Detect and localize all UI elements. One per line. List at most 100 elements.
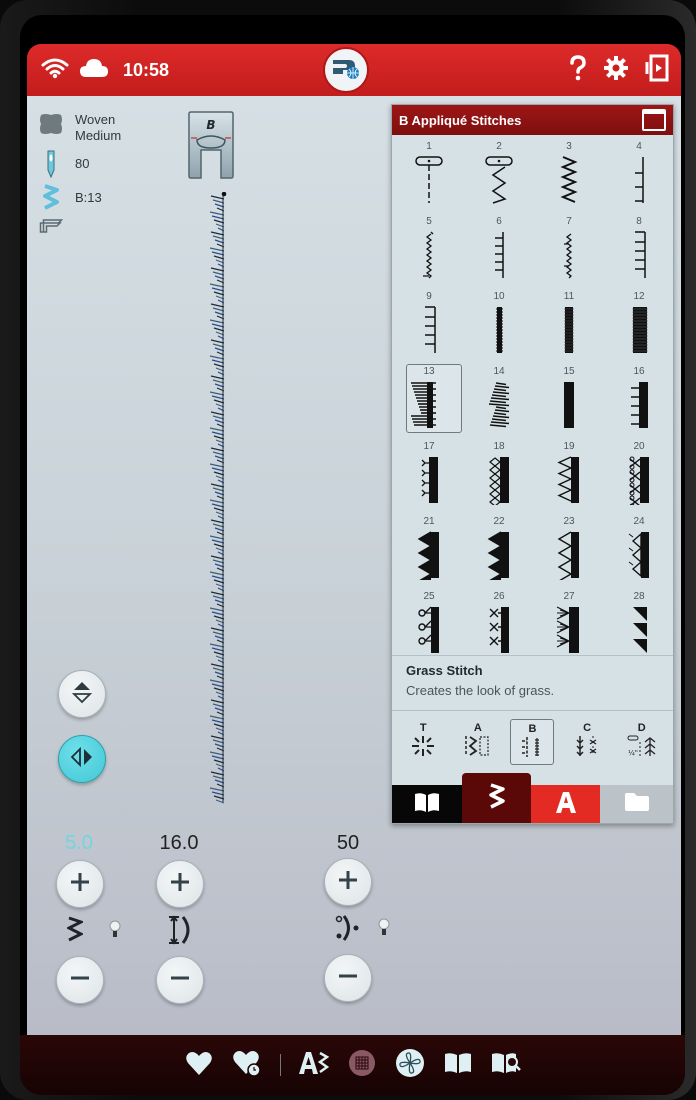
stitch-width-increase[interactable]	[56, 860, 104, 908]
hoop-info[interactable]	[39, 216, 121, 236]
exit-icon[interactable]	[645, 54, 669, 86]
embroidery-button[interactable]	[395, 1048, 425, 1082]
width-pin-icon[interactable]	[109, 920, 121, 938]
stitch-item-20[interactable]: 20	[604, 435, 673, 510]
stitch-item-26[interactable]: 26	[464, 585, 534, 655]
category-a[interactable]: A	[456, 719, 500, 765]
tab-fonts[interactable]	[531, 785, 600, 823]
stitch-glyph-icon	[631, 382, 648, 428]
stitch-item-21[interactable]: 21	[394, 510, 464, 585]
mysewnet-button[interactable]	[323, 47, 369, 93]
tab-book[interactable]	[392, 785, 462, 823]
guide-search-button[interactable]	[491, 1050, 521, 1080]
stitch-item-8[interactable]: 8	[604, 210, 673, 285]
stitch-item-22[interactable]: 22	[464, 510, 534, 585]
history-button[interactable]	[232, 1050, 262, 1080]
category-t[interactable]: T	[401, 719, 445, 765]
plus-icon	[169, 871, 191, 897]
presser-foot-image[interactable]: B	[187, 110, 235, 180]
stitch-item-9[interactable]: 9	[394, 285, 464, 360]
stitch-glyph-icon	[635, 231, 646, 278]
stitch-item-1[interactable]: 1	[394, 135, 464, 210]
stitch-width-decrease[interactable]	[56, 956, 104, 1004]
stitch-item-23[interactable]: 23	[534, 510, 604, 585]
wifi-icon[interactable]	[41, 57, 69, 83]
mirror-horizontal-button[interactable]	[58, 735, 106, 783]
maximize-icon[interactable]	[642, 109, 666, 131]
needle-icon	[39, 150, 63, 178]
stitch-length-decrease[interactable]	[156, 956, 204, 1004]
stitch-glyph-icon	[417, 531, 439, 580]
stitch-density-decrease[interactable]	[324, 954, 372, 1002]
density-pin-icon[interactable]	[378, 918, 390, 936]
svg-text:¼": ¼"	[628, 749, 638, 757]
help-icon[interactable]	[569, 55, 587, 85]
stitch-glyph-icon	[560, 156, 578, 203]
stitch-item-27[interactable]: 27	[534, 585, 604, 655]
stitch-description-text: Creates the look of grass.	[406, 683, 555, 698]
stitch-item-12[interactable]: 12	[604, 285, 673, 360]
stitch-glyph-icon	[411, 382, 436, 428]
embroidery-icon	[395, 1048, 425, 1082]
stitch-icon	[488, 782, 506, 814]
stitch-length-value: 16.0	[159, 832, 199, 854]
category-label: A	[473, 722, 482, 734]
stitch-number-label: 19	[563, 441, 575, 452]
stitch-item-14[interactable]: 14	[464, 360, 534, 435]
stitch-number-label: 18	[493, 441, 505, 452]
stitch-item-11[interactable]: 11	[534, 285, 604, 360]
stitch-item-19[interactable]: 19	[534, 435, 604, 510]
stitch-preview	[209, 192, 227, 804]
stitch-item-2[interactable]: 2	[464, 135, 534, 210]
stitch-item-13[interactable]: 13	[394, 360, 464, 435]
category-d[interactable]: D ¼"	[620, 719, 664, 765]
fabric-icon	[39, 112, 63, 136]
tab-files[interactable]	[600, 785, 673, 823]
stitch-info[interactable]: B:13	[39, 184, 121, 210]
stitch-item-25[interactable]: 25	[394, 585, 464, 655]
stitch-number-label: 1	[426, 141, 432, 152]
stitch-glyph-icon	[496, 307, 503, 353]
history-icon	[232, 1049, 262, 1081]
stitch-item-5[interactable]: 5	[394, 210, 464, 285]
stitch-item-4[interactable]: 4	[604, 135, 673, 210]
stitch-item-24[interactable]: 24	[604, 510, 673, 585]
stitch-number-label: 21	[423, 516, 435, 527]
stitch-item-7[interactable]: 7	[534, 210, 604, 285]
category-b[interactable]: B	[510, 719, 555, 765]
tab-stitches[interactable]	[462, 773, 531, 823]
grid-icon	[348, 1049, 376, 1081]
stitch-number-label: 9	[426, 291, 432, 302]
stitch-creator-button[interactable]	[298, 1050, 330, 1080]
stitch-item-28[interactable]: 28	[604, 585, 673, 655]
stitch-item-15[interactable]: 15	[534, 360, 604, 435]
needle-info[interactable]: 80	[39, 150, 121, 178]
utility-stitches-icon	[463, 734, 493, 762]
stitch-creator-icon	[298, 1050, 330, 1080]
stitch-item-18[interactable]: 18	[464, 435, 534, 510]
stitch-number-label: 23	[563, 516, 575, 527]
mirror-vertical-button[interactable]	[58, 670, 106, 718]
grid-button[interactable]	[347, 1050, 377, 1080]
stitch-length-increase[interactable]	[156, 860, 204, 908]
stitch-item-3[interactable]: 3	[534, 135, 604, 210]
stitch-number-label: 24	[633, 516, 645, 527]
guide-button[interactable]	[443, 1050, 473, 1080]
cloud-icon[interactable]	[79, 57, 109, 83]
stitch-item-16[interactable]: 16	[604, 360, 673, 435]
stitch-item-17[interactable]: 17	[394, 435, 464, 510]
stitch-glyph-icon	[564, 382, 574, 428]
quilt-stitches-icon	[572, 734, 602, 762]
category-c[interactable]: C	[565, 719, 609, 765]
favorite-button[interactable]	[184, 1050, 214, 1080]
stitch-item-6[interactable]: 6	[464, 210, 534, 285]
stitch-glyph-icon	[629, 456, 649, 505]
fabric-info[interactable]: Woven Medium	[39, 112, 121, 144]
stitch-number-label: 28	[633, 591, 645, 602]
stitch-density-increase[interactable]	[324, 858, 372, 906]
stitch-number-label: 26	[493, 591, 505, 602]
stitch-density-value: 50	[336, 832, 360, 854]
stitch-item-10[interactable]: 10	[464, 285, 534, 360]
settings-icon[interactable]	[603, 55, 629, 85]
sewing-mode-main: Woven Medium 80 B:13 B 5.0 16.0 50 B App…	[27, 96, 681, 1035]
